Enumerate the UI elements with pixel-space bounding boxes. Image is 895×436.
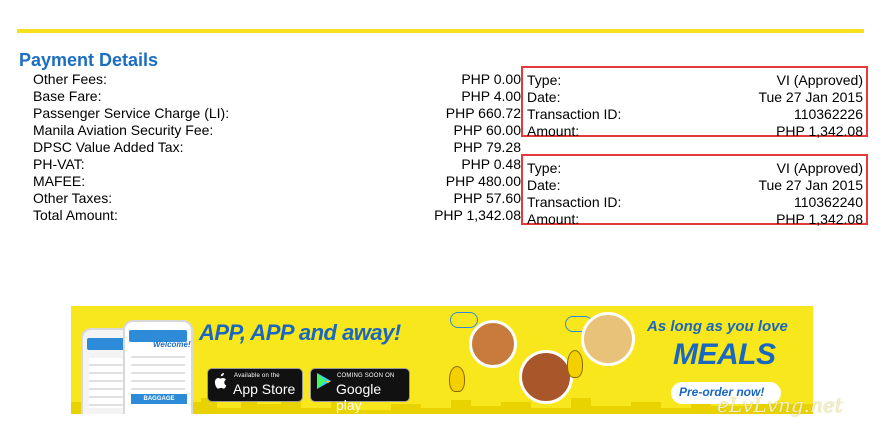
meals-heading: MEALS [673,338,776,371]
tx-value: PHP 1,342.08 [776,123,863,139]
fee-label: Other Taxes: [33,190,113,206]
header-divider [17,29,864,33]
meals-tagline: As long as you love [647,318,788,335]
fee-row: DPSC Value Added Tax: PHP 79.28 [33,139,521,156]
mascot-figure [567,350,583,378]
fee-row: Passenger Service Charge (LI): PHP 660.72 [33,105,521,122]
fee-value: PHP 1,342.08 [434,207,521,223]
fee-label: MAFEE: [33,173,86,189]
app-store-big-text: App Store [233,381,296,397]
tx-label: Type: [527,72,562,88]
fee-label: Passenger Service Charge (LI): [33,105,230,121]
tx-date-row: Date: Tue 27 Jan 2015 [523,89,866,106]
fee-value: PHP 57.60 [453,190,521,206]
phone-welcome-text: Welcome! [153,340,191,349]
fee-value: PHP 0.00 [461,71,521,87]
tx-value: 110362226 [793,106,863,122]
tx-id-row: Transaction ID: 110362226 [523,106,866,123]
tx-value: Tue 27 Jan 2015 [758,177,863,193]
promo-banner[interactable]: Welcome! BAGGAGE APP, APP and away! Avai… [71,306,813,414]
cloud-icon [450,312,478,328]
fee-list: Other Fees: PHP 0.00 Base Fare: PHP 4.00 P… [33,71,521,224]
fee-value: PHP 4.00 [461,88,521,104]
fee-row: Other Fees: PHP 0.00 [33,71,521,88]
tx-value: VI (Approved) [776,72,863,88]
fee-row: Base Fare: PHP 4.00 [33,88,521,105]
tx-value: 110362240 [793,194,863,210]
tx-label: Amount: [527,211,580,227]
tx-amount-row: Amount: PHP 1,342.08 [523,123,866,140]
app-store-button[interactable]: Available on the App Store [207,368,303,402]
tx-label: Amount: [527,123,580,139]
tx-amount-row: Amount: PHP 1,342.08 [523,211,866,228]
tx-id-row: Transaction ID: 110362240 [523,194,866,211]
tx-label: Transaction ID: [527,106,622,122]
fee-row-total: Total Amount: PHP 1,342.08 [33,207,521,224]
fee-label: PH-VAT: [33,156,85,172]
phone-screen-list [89,358,127,408]
apple-icon [213,372,229,396]
fee-label: Manila Aviation Security Fee: [33,122,214,138]
fee-value: PHP 0.48 [461,156,521,172]
fee-value: PHP 79.28 [453,139,521,155]
fee-value: PHP 660.72 [445,105,521,121]
sandwich-image [581,312,635,366]
google-play-icon [316,372,332,395]
google-play-button[interactable]: COMING SOON ON Google play [310,368,410,413]
fee-value: PHP 480.00 [445,173,521,189]
tx-value: VI (Approved) [776,160,863,176]
tx-value: PHP 1,342.08 [776,211,863,227]
google-play-big-text: Google play [336,381,382,413]
fee-row: Manila Aviation Security Fee: PHP 60.00 [33,122,521,139]
tx-value: Tue 27 Jan 2015 [758,89,863,105]
fee-row: Other Taxes: PHP 57.60 [33,190,521,207]
meal-plate-image [469,320,517,368]
phone-screen-list [131,350,185,400]
tx-label: Transaction ID: [527,194,622,210]
app-slogan: APP, APP and away! [199,320,401,345]
app-store-small-text: Available on the [234,373,280,379]
fee-label: DPSC Value Added Tax: [33,139,184,155]
tx-label: Date: [527,177,561,193]
transaction-box: Type: VI (Approved) Date: Tue 27 Jan 2015 … [521,66,868,140]
tx-type-row: Type: VI (Approved) [523,72,866,89]
google-play-small-text: COMING SOON ON [337,373,395,379]
payment-details-title: Payment Details [19,50,159,70]
tx-type-row: Type: VI (Approved) [523,160,866,177]
tx-label: Type: [527,160,562,176]
tx-label: Date: [527,89,561,105]
watermark: eLvLvng.net [717,393,843,417]
fee-label: Other Fees: [33,71,107,87]
fee-label: Total Amount: [33,207,118,223]
fee-row: PH-VAT: PHP 0.48 [33,156,521,173]
transaction-box: Type: VI (Approved) Date: Tue 27 Jan 2015 … [521,154,868,228]
tx-date-row: Date: Tue 27 Jan 2015 [523,177,866,194]
fee-row: MAFEE: PHP 480.00 [33,173,521,190]
fee-value: PHP 60.00 [453,122,521,138]
fee-label: Base Fare: [33,88,102,104]
meal-plate-image [519,350,573,404]
mascot-figure [449,366,465,392]
phone-baggage-text: BAGGAGE [131,394,187,404]
